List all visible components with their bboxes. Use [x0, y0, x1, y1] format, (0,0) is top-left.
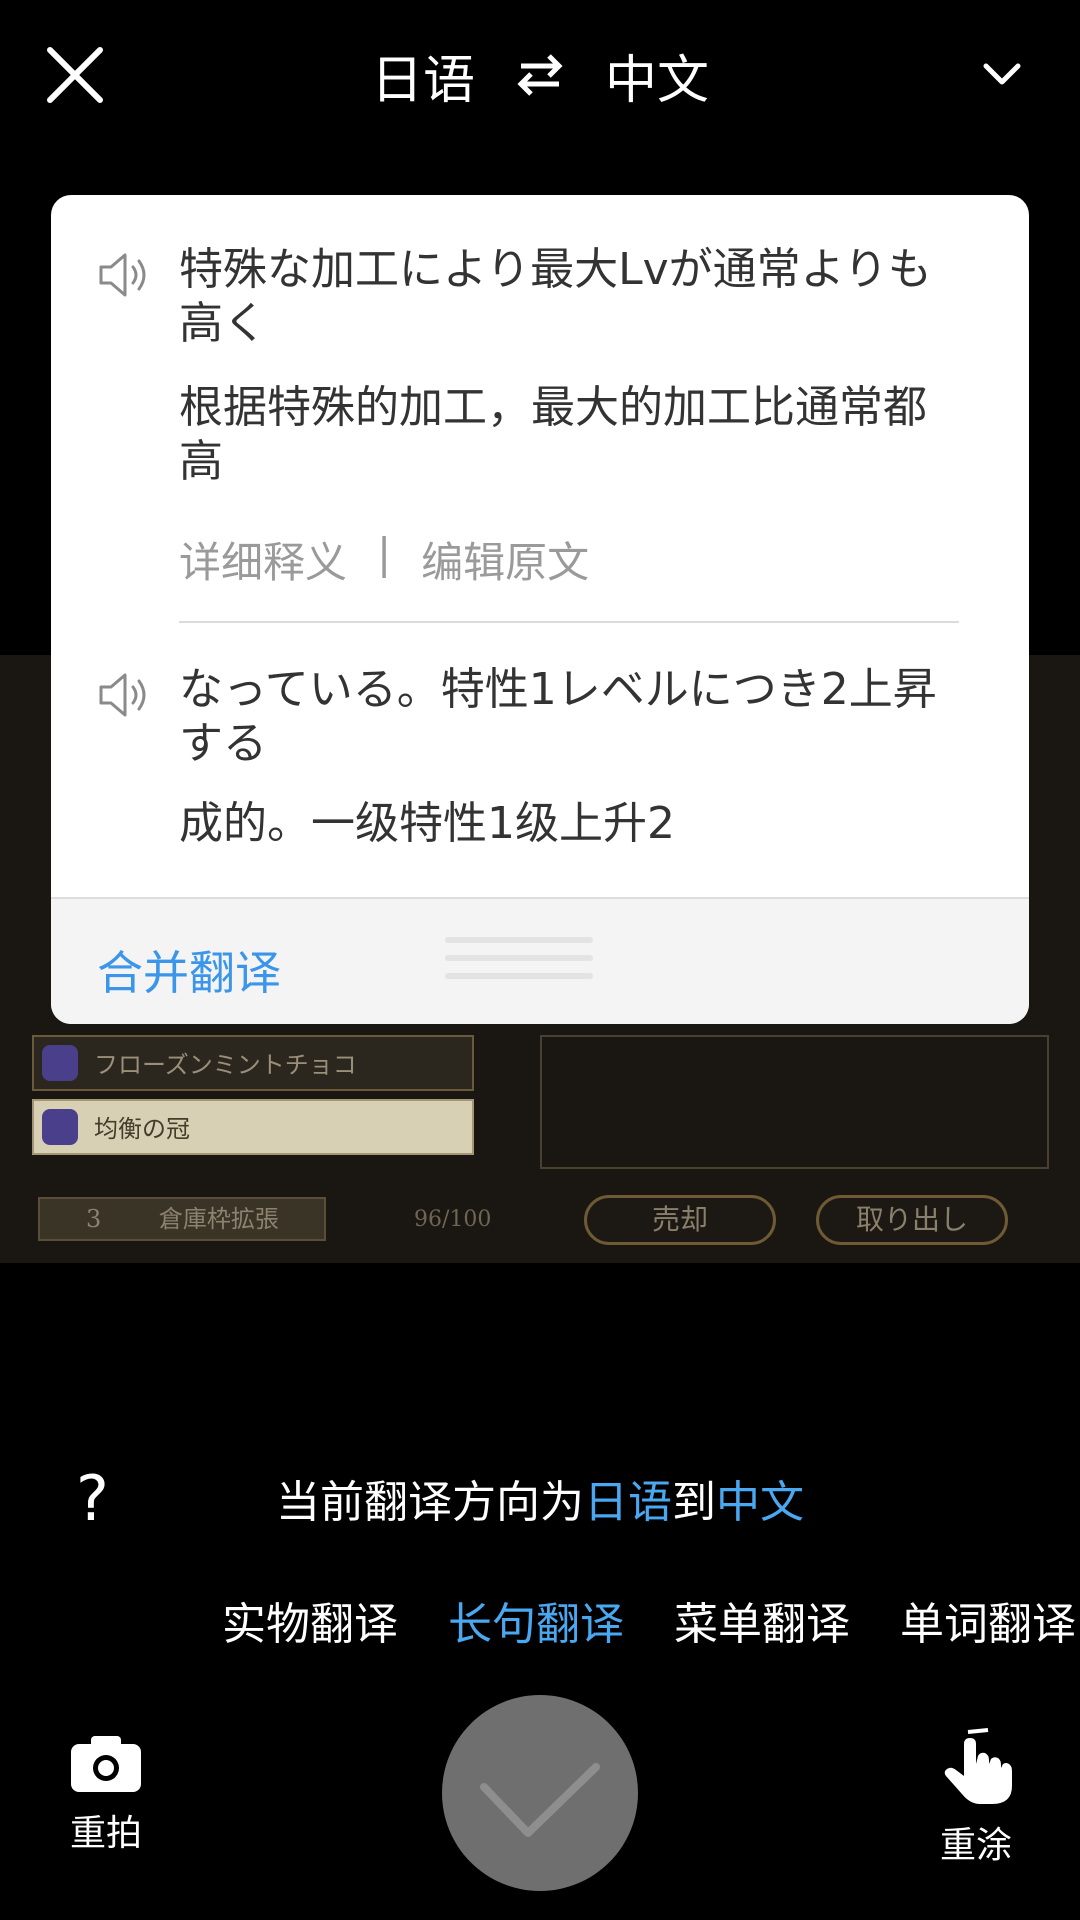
game-item: フローズンミントチョコ [32, 1035, 474, 1091]
hand-pointer-icon [944, 1728, 1012, 1804]
speaker-icon[interactable] [93, 245, 153, 305]
game-item: 均衡の冠 [32, 1099, 474, 1155]
mode-sentence-translation[interactable]: 长句翻译 [448, 1588, 624, 1652]
game-footer-bar: 3 倉庫枠拡張 [38, 1197, 326, 1241]
mode-object-translation[interactable]: 实物翻译 [222, 1588, 398, 1652]
repaint-label: 重涂 [939, 1825, 1012, 1866]
game-takeout-button: 取り出し [816, 1195, 1008, 1245]
mode-word-translation[interactable]: 单词翻译 [900, 1588, 1076, 1652]
retake-button[interactable]: 重拍 [66, 1732, 146, 1856]
mode-selector: 实物翻译 长句翻译 菜单翻译 单词翻译 [222, 1588, 1076, 1652]
card-footer: 合并翻译 [51, 897, 1029, 1024]
target-language[interactable]: 中文 [605, 38, 709, 113]
game-sell-button: 売却 [584, 1195, 776, 1245]
item-icon [42, 1109, 78, 1145]
edit-original-link[interactable]: 编辑原文 [421, 529, 589, 590]
swap-icon[interactable] [515, 50, 565, 100]
checkmark-icon [480, 1763, 600, 1837]
direction-to: 中文 [716, 1477, 804, 1528]
result-links: 详细释义 | 编辑原文 [179, 529, 589, 590]
detail-link[interactable]: 详细释义 [179, 529, 347, 590]
translated-text: 根据特殊的加工，最大的加工比通常都高 [179, 382, 927, 487]
translation-card: 特殊な加工により最大Lvが通常よりも高く 根据特殊的加工，最大的加工比通常都高 … [51, 195, 1029, 1024]
repaint-button[interactable]: 重涂 [936, 1726, 1016, 1868]
confirm-button[interactable] [442, 1695, 638, 1891]
game-capacity: 96/100 [414, 1207, 492, 1232]
divider [179, 621, 959, 623]
translated-text: 成的。一级特性1级上升2 [179, 798, 675, 849]
retake-label: 重拍 [69, 1813, 142, 1854]
drag-handle[interactable] [445, 937, 593, 987]
original-text[interactable]: なっている。特性1レベルにつき2上昇する [179, 663, 959, 771]
item-icon [42, 1045, 78, 1081]
camera-icon [71, 1736, 141, 1792]
source-language[interactable]: 日语 [371, 38, 475, 113]
game-panel [540, 1035, 1049, 1169]
merge-translation-button[interactable]: 合并翻译 [97, 937, 281, 1003]
link-separator: | [377, 529, 392, 578]
language-selector: 日语 中文 [0, 30, 1080, 120]
chevron-down-icon[interactable] [980, 52, 1024, 96]
translation-direction: 当前翻译方向为日语到中文 [276, 1477, 804, 1528]
direction-from: 日语 [584, 1477, 672, 1528]
speaker-icon[interactable] [93, 665, 153, 725]
mode-menu-translation[interactable]: 菜单翻译 [674, 1588, 850, 1652]
original-text[interactable]: 特殊な加工により最大Lvが通常よりも高く [179, 243, 959, 351]
